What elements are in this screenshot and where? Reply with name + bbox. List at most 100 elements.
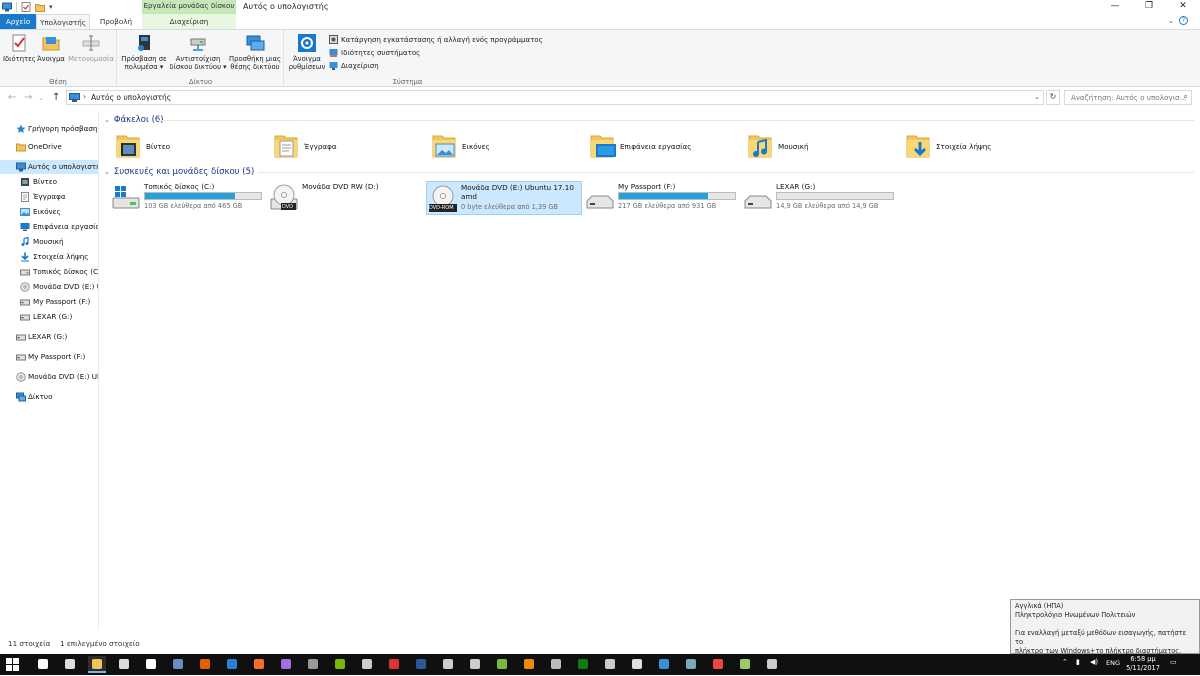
drive-item[interactable]: DVD Μονάδα DVD RW (D:): [268, 181, 424, 215]
tab-computer[interactable]: Υπολογιστής: [36, 14, 90, 29]
calculator-icon[interactable]: [547, 656, 565, 673]
nav-item[interactable]: LEXAR (G:): [0, 330, 98, 344]
address-bar[interactable]: › Αυτός ο υπολογιστής ⌄: [66, 90, 1044, 105]
open-settings-button[interactable]: Άνοιγμα ρυθμίσεων: [288, 33, 326, 71]
folder-item[interactable]: Επιφάνεια εργασίας: [590, 132, 740, 162]
nav-item[interactable]: OneDrive: [0, 140, 98, 154]
app-icon[interactable]: [385, 656, 403, 673]
xbox-icon[interactable]: [574, 656, 592, 673]
nav-item[interactable]: Έγγραφα: [0, 190, 98, 204]
nav-item[interactable]: Μονάδα DVD (E:) U: [0, 280, 98, 294]
folder-item[interactable]: Μουσική: [748, 132, 898, 162]
drive-item[interactable]: LEXAR (G:) 14,9 GB ελεύθερα από 14,9 GB: [742, 181, 898, 215]
app-icon[interactable]: [709, 656, 727, 673]
clock[interactable]: 6:58 μμ 5/11/2017: [1125, 655, 1161, 673]
nav-item[interactable]: My Passport (F:): [0, 350, 98, 364]
folder-item[interactable]: Βίντεο: [116, 132, 266, 162]
app-icon[interactable]: [466, 656, 484, 673]
new-folder-icon[interactable]: [35, 2, 45, 12]
chevron-down-icon[interactable]: ⌄: [104, 116, 110, 124]
nav-item[interactable]: Τοπικός δίσκος (C:): [0, 265, 98, 279]
ssd-icon[interactable]: [628, 656, 646, 673]
drive-item[interactable]: DVD-ROM Μονάδα DVD (E:) Ubuntu 17.10 amd 0 …: [426, 181, 582, 215]
vlc-icon[interactable]: [520, 656, 538, 673]
app-icon[interactable]: [655, 656, 673, 673]
mail-icon[interactable]: [142, 656, 160, 673]
drive-item[interactable]: Τοπικός δίσκος (C:) 103 GB ελεύθερα από 4…: [110, 181, 266, 215]
nav-item[interactable]: Αυτός ο υπολογιστής: [0, 160, 98, 174]
up-arrow-icon[interactable]: ↑: [52, 92, 60, 103]
breadcrumb-chevron-icon[interactable]: ›: [83, 92, 86, 101]
app-icon[interactable]: [601, 656, 619, 673]
system-properties-button[interactable]: Ιδιότητες συστήματος: [329, 48, 420, 57]
language-indicator[interactable]: ENG: [1106, 659, 1120, 667]
app-icon[interactable]: [412, 656, 430, 673]
uninstall-program-button[interactable]: Κατάργηση εγκατάστασης ή αλλαγή ενός προ…: [329, 35, 543, 44]
volume-icon[interactable]: ◀): [1090, 658, 1098, 666]
folder-item[interactable]: Στοιχεία λήψης: [906, 132, 1056, 162]
rename-button[interactable]: Μετονομασία: [68, 33, 114, 63]
chevron-down-icon[interactable]: ⌄: [104, 168, 110, 176]
task-view-icon[interactable]: [61, 656, 79, 673]
word-icon[interactable]: [439, 656, 457, 673]
tab-view[interactable]: Προβολή: [92, 14, 140, 29]
steam-icon[interactable]: [169, 656, 187, 673]
origin-icon[interactable]: [250, 656, 268, 673]
app-icon[interactable]: [358, 656, 376, 673]
nav-item[interactable]: My Passport (F:): [0, 295, 98, 309]
nav-item[interactable]: LEXAR (G:): [0, 310, 98, 324]
nav-item[interactable]: Γρήγορη πρόσβαση: [0, 122, 98, 136]
utorrent-icon[interactable]: [493, 656, 511, 673]
epic-games-icon[interactable]: [304, 656, 322, 673]
maximize-button[interactable]: ❐: [1132, 0, 1166, 14]
nav-item[interactable]: Εικόνες: [0, 205, 98, 219]
open-button[interactable]: Άνοιγμα: [36, 33, 66, 63]
tab-file[interactable]: Αρχείο: [0, 14, 36, 29]
minimize-button[interactable]: —: [1098, 0, 1132, 14]
back-arrow-icon[interactable]: ←: [8, 92, 16, 103]
search-input[interactable]: Αναζήτηση: Αυτός ο υπολογισ... ⌕: [1064, 90, 1192, 105]
computer-icon[interactable]: [2, 2, 12, 12]
nav-item[interactable]: Μουσική: [0, 235, 98, 249]
chevron-down-icon[interactable]: ▾: [49, 2, 57, 12]
nav-item[interactable]: Στοιχεία λήψης: [0, 250, 98, 264]
store-icon[interactable]: [115, 656, 133, 673]
nav-item[interactable]: Δίκτυο: [0, 390, 98, 404]
app-icon[interactable]: [277, 656, 295, 673]
folder-item[interactable]: Εικόνες: [432, 132, 582, 162]
properties-button[interactable]: Ιδιότητες: [3, 33, 36, 63]
help-icon[interactable]: ?: [1179, 16, 1188, 25]
breadcrumb[interactable]: Αυτός ο υπολογιστής: [91, 93, 171, 102]
nav-item[interactable]: Βίντεο: [0, 175, 98, 189]
app-icon[interactable]: [223, 656, 241, 673]
nav-item[interactable]: Μονάδα DVD (E:) Ubu: [0, 370, 98, 384]
network-tray-icon[interactable]: ▮: [1076, 658, 1080, 666]
notifications-icon[interactable]: ▭: [1170, 658, 1177, 666]
app-icon[interactable]: [763, 656, 781, 673]
file-explorer-icon[interactable]: [88, 656, 106, 673]
nav-item[interactable]: Επιφάνεια εργασίας: [0, 220, 98, 234]
show-hidden-icons-icon[interactable]: ⌃: [1062, 658, 1068, 666]
windows-start-icon[interactable]: [6, 658, 19, 671]
tab-manage[interactable]: Διαχείριση: [142, 14, 236, 29]
drives-section-header[interactable]: ⌄ Συσκευές και μονάδες δίσκου (5): [104, 167, 254, 177]
chevron-down-icon[interactable]: ⌄: [1168, 17, 1174, 25]
forward-arrow-icon[interactable]: →: [24, 92, 32, 103]
app-icon[interactable]: [682, 656, 700, 673]
access-media-button[interactable]: Πρόσβαση σε πολυμέσα ▾: [120, 33, 168, 71]
recent-locations-chevron-icon[interactable]: ⌄: [38, 94, 44, 102]
chevron-down-icon[interactable]: ⌄: [1034, 93, 1040, 101]
firefox-icon[interactable]: [196, 656, 214, 673]
manage-button[interactable]: Διαχείριση: [329, 61, 379, 70]
search-icon[interactable]: [34, 656, 52, 673]
close-button[interactable]: ✕: [1166, 0, 1200, 14]
nvidia-icon[interactable]: [331, 656, 349, 673]
add-network-location-button[interactable]: Προσθήκη μιας θέσης δικτύου: [228, 33, 282, 71]
app-icon[interactable]: [736, 656, 754, 673]
refresh-button[interactable]: ↻: [1046, 90, 1060, 105]
properties-icon[interactable]: [21, 2, 31, 12]
map-network-drive-button[interactable]: Αντιστοίχιση δίσκου δικτύου ▾: [169, 33, 227, 71]
folder-item[interactable]: Έγγραφα: [274, 132, 424, 162]
folders-section-header[interactable]: ⌄ Φάκελοι (6): [104, 115, 164, 125]
drive-item[interactable]: My Passport (F:) 217 GB ελεύθερα από 931 …: [584, 181, 740, 215]
